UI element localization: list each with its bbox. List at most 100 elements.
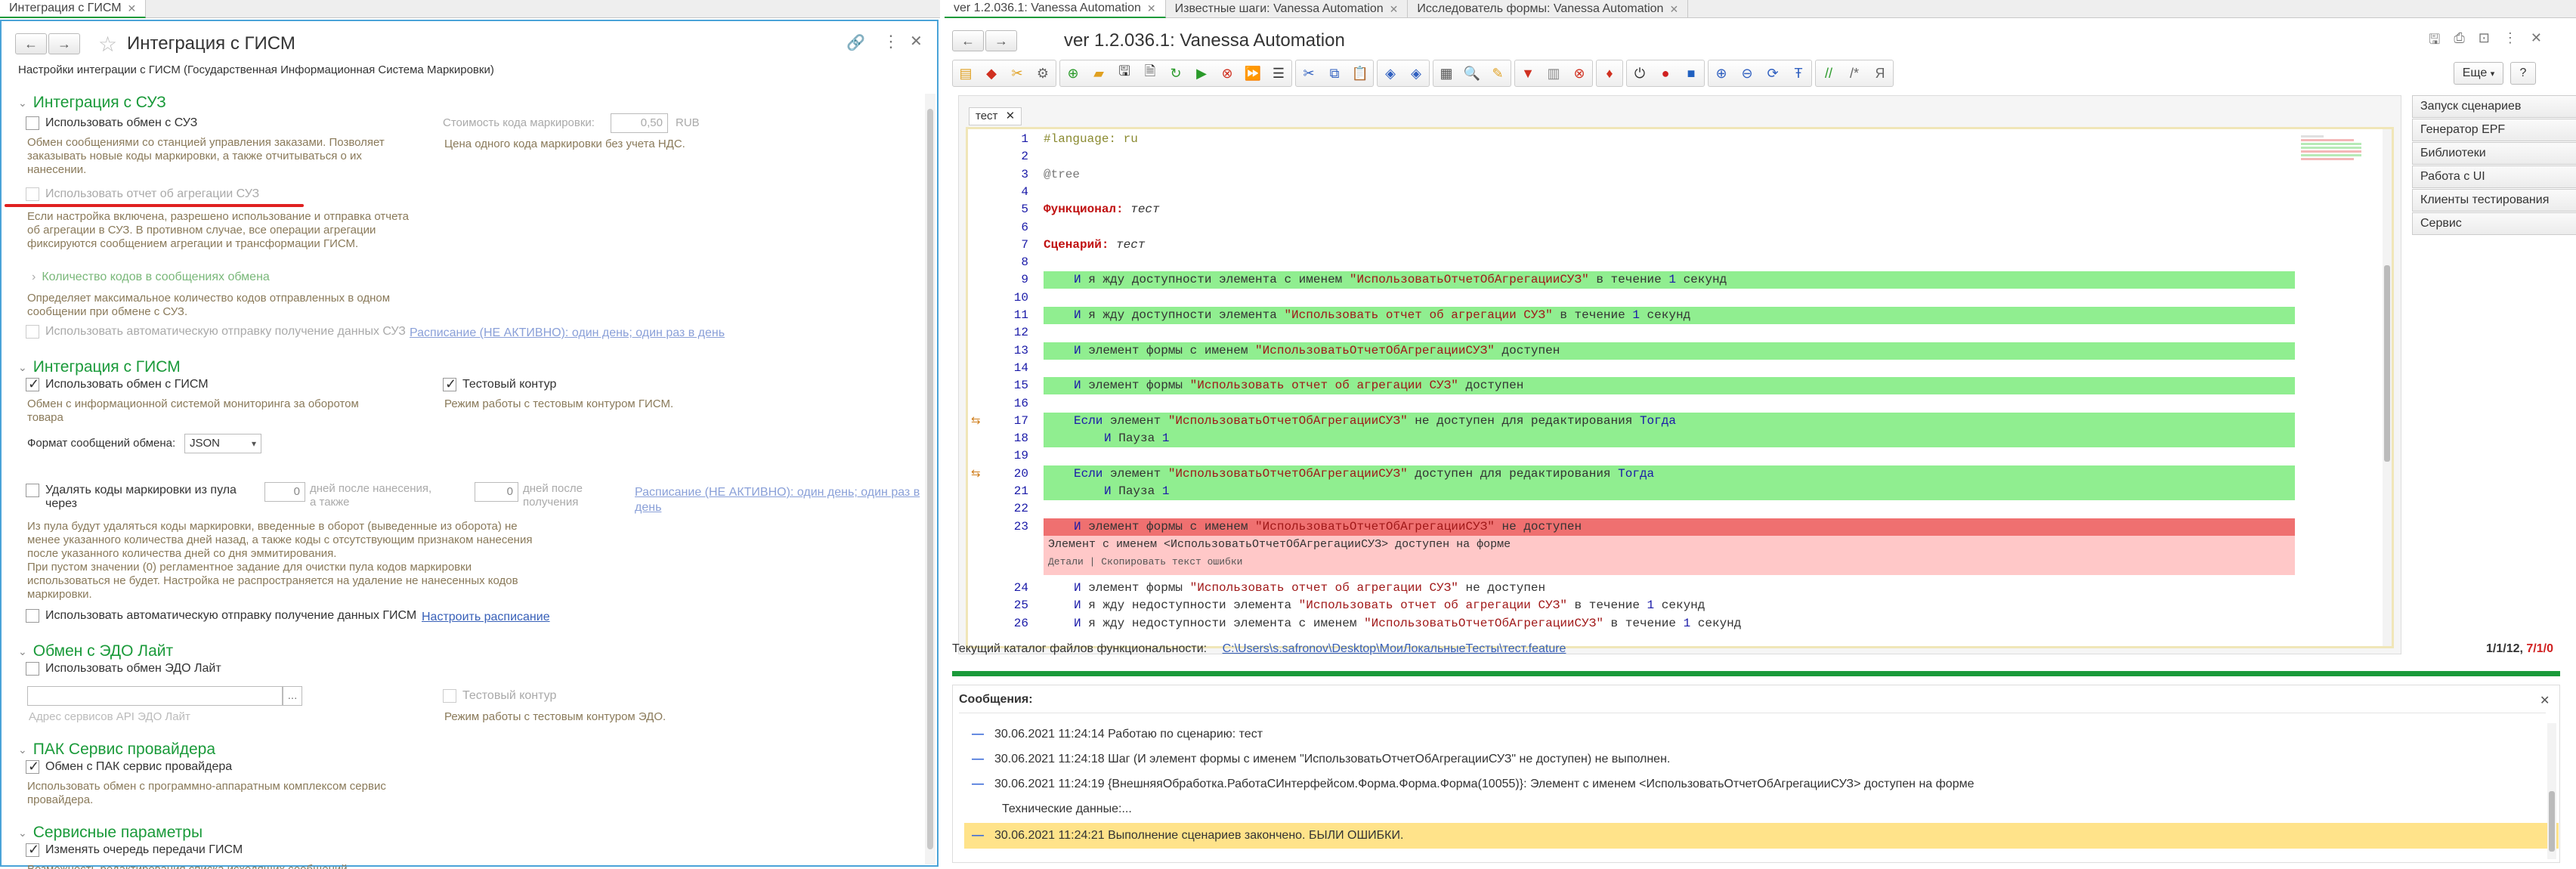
section-edo-header[interactable]: ⌄ Обмен с ЭДО Лайт: [18, 642, 173, 660]
scrollbar-thumb[interactable]: [2549, 791, 2555, 852]
code-line[interactable]: 20 ⇆ Если элемент "ИспользоватьОтчетОбАгре…: [968, 465, 2381, 483]
settings-gear-icon[interactable]: ⚙: [1031, 61, 1055, 85]
sync-icon[interactable]: ⟳: [1761, 61, 1785, 85]
close-window-icon[interactable]: ✕: [2531, 30, 2542, 53]
checkbox-box[interactable]: [443, 689, 456, 703]
code-line[interactable]: 7 Сценарий: тест: [968, 237, 2381, 254]
load-feature-icon[interactable]: ◆: [979, 61, 1003, 85]
bookmark-icon[interactable]: ▼: [1516, 61, 1540, 85]
code-line[interactable]: 14: [968, 360, 2381, 377]
configure-schedule-link[interactable]: Настроить расписание: [422, 611, 550, 624]
code-line[interactable]: 10: [968, 289, 2381, 307]
close-tab-icon[interactable]: ✕: [1147, 0, 1156, 17]
save-all-icon[interactable]: 🗎: [1138, 61, 1162, 85]
message-row[interactable]: —30.06.2021 11:24:19 {ВнешняяОбработка.Р…: [964, 772, 2559, 797]
edo-address-select-button[interactable]: ...: [283, 686, 302, 706]
help-button[interactable]: ?: [2510, 62, 2536, 85]
uncomment-icon[interactable]: /*: [1842, 61, 1866, 85]
record-icon[interactable]: ●: [1653, 61, 1678, 85]
code-line[interactable]: 8: [968, 254, 2381, 271]
side-ui-work[interactable]: Работа с UI: [2412, 165, 2576, 188]
clear-icon[interactable]: ⊗: [1567, 61, 1591, 85]
print-icon[interactable]: ⎙: [2454, 30, 2464, 53]
checkbox-box[interactable]: [26, 116, 39, 130]
catalog-path-link[interactable]: C:\Users\s.safronov\Desktop\МоиЛокальные…: [1223, 642, 1566, 655]
prev-error-icon[interactable]: ◈: [1378, 61, 1402, 85]
code-line[interactable]: 25 И я жду недоступности элемента "Исполь…: [968, 597, 2381, 614]
side-service[interactable]: Сервис: [2412, 212, 2576, 235]
section-suz-header[interactable]: ⌄ Интеграция с СУЗ: [18, 94, 166, 112]
more-button[interactable]: Еще ▾: [2454, 62, 2503, 85]
checkbox-box[interactable]: [26, 842, 39, 858]
code-line[interactable]: 18 И Пауза 1: [968, 430, 2381, 448]
days-after-apply-input[interactable]: 0: [264, 482, 305, 502]
link-icon[interactable]: 🔗: [846, 33, 865, 52]
use-suz-checkbox[interactable]: Использовать обмен с СУЗ: [26, 116, 197, 130]
zoom-in-icon[interactable]: ⊕: [1709, 61, 1733, 85]
suz-schedule-link[interactable]: Расписание (НЕ АКТИВНО): один день; один…: [410, 326, 725, 340]
use-edo-checkbox[interactable]: Использовать обмен ЭДО Лайт: [26, 662, 221, 676]
forward-button[interactable]: →: [48, 33, 80, 54]
message-technical-data[interactable]: Технические данные:...: [964, 796, 2559, 822]
copy-icon[interactable]: ⧉: [1322, 61, 1347, 85]
gism-schedule-link[interactable]: Расписание (НЕ АКТИВНО): один день; один…: [635, 485, 922, 515]
table-icon[interactable]: ▥: [1542, 61, 1566, 85]
breakpoint-icon[interactable]: ♦: [1597, 61, 1622, 85]
paste-icon[interactable]: 📋: [1348, 61, 1372, 85]
close-tab-icon[interactable]: ✕: [1006, 110, 1016, 122]
next-error-icon[interactable]: ◈: [1404, 61, 1428, 85]
code-editor[interactable]: 1 #language: ru 2 3 @tree 4 5 Функционал: тест 6…: [966, 127, 2394, 648]
checkbox-box[interactable]: [443, 376, 456, 392]
use-aggregation-report-checkbox[interactable]: Использовать отчет об агрегации СУЗ: [26, 187, 259, 201]
message-row[interactable]: —30.06.2021 11:24:14 Работаю по сценарию…: [964, 722, 2559, 747]
checkbox-box[interactable]: [26, 325, 39, 339]
back-button[interactable]: ←: [952, 30, 984, 51]
side-libraries[interactable]: Библиотеки: [2412, 142, 2576, 165]
code-line[interactable]: 16: [968, 395, 2381, 413]
error-actions[interactable]: Детали | Скопировать текст ошибки: [1044, 554, 2295, 571]
comment-icon[interactable]: //: [1817, 61, 1841, 85]
favorite-star-icon[interactable]: ☆: [98, 32, 117, 57]
run-to-cursor-icon[interactable]: ⏩: [1241, 61, 1265, 85]
code-line[interactable]: 3 @tree: [968, 166, 2381, 184]
tools-icon[interactable]: ✂: [1005, 61, 1029, 85]
checkbox-box[interactable]: [26, 484, 39, 497]
code-line[interactable]: 9 И я жду доступности элемента с именем "…: [968, 271, 2381, 289]
list-view-icon[interactable]: ▦: [1434, 61, 1458, 85]
code-line[interactable]: 13 И элемент формы с именем "Использовать…: [968, 342, 2381, 360]
editor-tab-test[interactable]: тест ✕: [969, 107, 1022, 125]
preview-icon[interactable]: ⊡: [2479, 30, 2490, 53]
cut-icon[interactable]: ✂: [1297, 61, 1321, 85]
checkbox-box[interactable]: [26, 759, 39, 775]
close-tab-icon[interactable]: ✕: [128, 0, 137, 17]
editor-scrollbar[interactable]: [2383, 129, 2392, 646]
stop-icon[interactable]: ⊗: [1215, 61, 1239, 85]
change-queue-checkbox[interactable]: Изменять очередь передачи ГИСМ: [26, 842, 243, 858]
code-line[interactable]: 24 И элемент формы "Использовать отчет об…: [968, 580, 2381, 597]
checkbox-box[interactable]: [26, 376, 39, 392]
search-icon[interactable]: 🔍: [1460, 61, 1484, 85]
code-line[interactable]: 1 #language: ru: [968, 131, 2381, 148]
side-test-clients[interactable]: Клиенты тестирования: [2412, 189, 2576, 212]
code-line[interactable]: 26 И я жду недоступности элемента с имене…: [968, 615, 2381, 632]
dropdown-arrow-icon[interactable]: ▾: [252, 434, 256, 453]
code-line[interactable]: 21 И Пауза 1: [968, 483, 2381, 500]
step-list-icon[interactable]: ☰: [1266, 61, 1291, 85]
message-row-result[interactable]: —30.06.2021 11:24:21 Выполнение сценарие…: [964, 823, 2559, 849]
code-line[interactable]: 19: [968, 447, 2381, 465]
messages-scrollbar[interactable]: [2547, 723, 2556, 859]
stop-record-icon[interactable]: ■: [1679, 61, 1703, 85]
tab-integration-gism[interactable]: Интеграция с ГИСМ ✕: [0, 0, 147, 18]
code-line[interactable]: 22: [968, 500, 2381, 518]
close-messages-icon[interactable]: ✕: [2540, 693, 2550, 708]
side-epf-generator[interactable]: Генератор EPF: [2412, 119, 2576, 141]
branch-marker-icon[interactable]: ⇆: [971, 413, 981, 430]
forward-button[interactable]: →: [985, 30, 1017, 51]
power-icon[interactable]: ⏻: [1628, 61, 1652, 85]
tab-vanessa-main[interactable]: ver 1.2.036.1: Vanessa Automation ✕: [945, 0, 1166, 18]
open-icon[interactable]: ▰: [1087, 61, 1111, 85]
more-actions-icon[interactable]: ⋮: [2503, 30, 2517, 53]
back-button[interactable]: ←: [15, 33, 47, 54]
form-scrollbar[interactable]: [925, 94, 935, 864]
code-line[interactable]: 17 ⇆ Если элемент "ИспользоватьОтчетОбАгре…: [968, 412, 2381, 430]
